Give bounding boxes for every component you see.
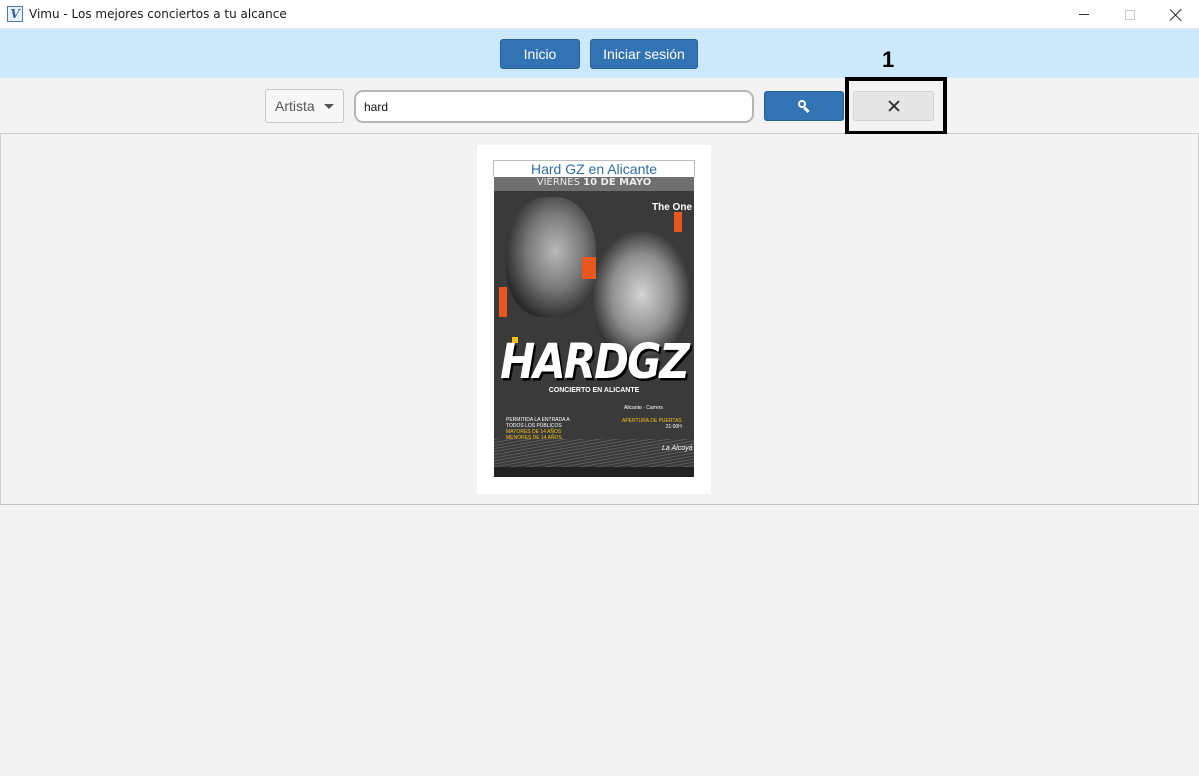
window-title: Vimu - Los mejores conciertos a tu alcan… (29, 7, 287, 21)
poster-subtitle: CONCIERTO EN ALICANTE (548, 387, 640, 394)
maximize-icon (1125, 9, 1135, 20)
poster-artist-name: HARDGZ (500, 333, 690, 390)
minimize-button[interactable] (1061, 0, 1107, 29)
close-icon (1170, 9, 1182, 21)
search-button[interactable] (764, 91, 844, 121)
poster-brand-logo: The One (652, 202, 693, 213)
poster-signature-logo: La Alcoyá (662, 445, 693, 452)
inicio-button[interactable]: Inicio (500, 39, 580, 69)
poster-wave-graphic (494, 439, 694, 467)
top-navbar: Inicio Iniciar sesión (0, 29, 1199, 78)
annotation-number: 1 (882, 47, 895, 72)
close-window-button[interactable] (1153, 0, 1199, 29)
filter-select-value: Artista (275, 98, 315, 114)
search-icon (798, 100, 810, 114)
annotation-highlight-box (845, 77, 947, 135)
results-panel: Hard GZ en Alicante VIERNES 10 DE MAYO T… (0, 134, 1199, 505)
poster-info: PERMITIDA LA ENTRADA A TODOS LOS PÚBLICO… (506, 417, 570, 441)
window-titlebar: V Vimu - Los mejores conciertos a tu alc… (0, 0, 1199, 29)
poster-sponsors: Alicante · Carrers (624, 405, 663, 411)
poster-footer (494, 467, 694, 477)
poster-date: VIERNES 10 DE MAYO (536, 177, 652, 188)
concert-poster-image[interactable]: VIERNES 10 DE MAYO The One HARDGZ CONCIE… (494, 177, 694, 477)
filter-select[interactable]: Artista (265, 89, 344, 123)
maximize-button[interactable] (1107, 0, 1153, 29)
concert-card-title[interactable]: Hard GZ en Alicante (493, 160, 695, 177)
search-input[interactable] (354, 90, 754, 123)
app-logo-icon: V (7, 6, 23, 22)
minimize-icon (1079, 14, 1089, 15)
concert-card[interactable]: Hard GZ en Alicante VIERNES 10 DE MAYO T… (477, 145, 711, 494)
search-bar: Artista (0, 78, 1199, 134)
chevron-down-icon (324, 104, 334, 109)
login-button[interactable]: Iniciar sesión (590, 39, 698, 69)
poster-apertura: APERTURA DE PUERTAS 21:00H (622, 418, 682, 430)
